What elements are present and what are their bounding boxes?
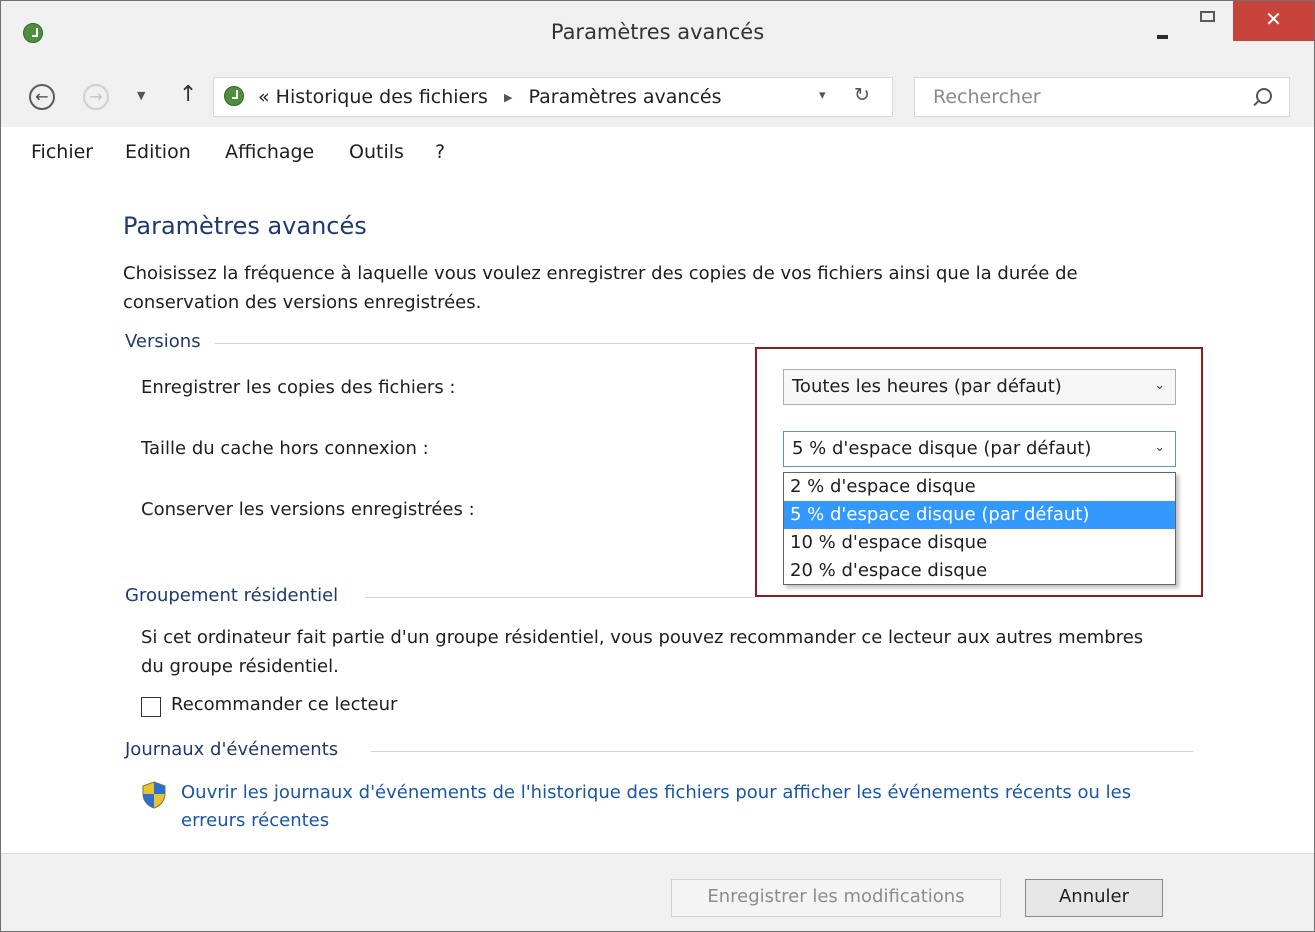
dropdown-option[interactable]: 10 % d'espace disque bbox=[784, 529, 1175, 557]
window: Paramètres avancés ✕ ← → ▼ ↑ « Historiqu… bbox=[0, 0, 1315, 932]
events-divider bbox=[371, 751, 1193, 752]
dropdown-option[interactable]: 2 % d'espace disque bbox=[784, 473, 1175, 501]
save-changes-button[interactable]: Enregistrer les modifications bbox=[671, 879, 1001, 917]
uac-shield-icon bbox=[142, 781, 166, 809]
recent-locations-button[interactable]: ▼ bbox=[137, 89, 145, 102]
close-button[interactable]: ✕ bbox=[1233, 1, 1314, 41]
menu-help[interactable]: ? bbox=[435, 141, 445, 163]
maximize-button[interactable] bbox=[1188, 1, 1230, 41]
address-history-button[interactable]: ▾ bbox=[819, 88, 826, 103]
breadcrumb-overflow[interactable]: « bbox=[258, 86, 270, 108]
open-event-logs-link[interactable]: Ouvrir les journaux d'événements de l'hi… bbox=[181, 779, 1191, 835]
maximize-icon bbox=[1200, 11, 1215, 22]
save-copies-value: Toutes les heures (par défaut) bbox=[792, 376, 1062, 397]
menu-bar: Fichier Edition Affichage Outils ? bbox=[1, 127, 1314, 177]
cache-size-value: 5 % d'espace disque (par défaut) bbox=[792, 438, 1092, 459]
cancel-button[interactable]: Annuler bbox=[1025, 879, 1163, 917]
menu-outils[interactable]: Outils bbox=[349, 141, 404, 163]
versions-group-title: Versions bbox=[125, 331, 201, 352]
chevron-down-icon: ⌄ bbox=[1154, 440, 1165, 455]
homegroup-group-title: Groupement résidentiel bbox=[125, 585, 339, 606]
homegroup-divider bbox=[365, 597, 755, 598]
recommend-drive-label[interactable]: Recommander ce lecteur bbox=[171, 694, 397, 715]
cache-size-select[interactable]: 5 % d'espace disque (par défaut) ⌄ bbox=[783, 431, 1176, 467]
window-title: Paramètres avancés bbox=[550, 20, 765, 44]
menu-edition[interactable]: Edition bbox=[125, 141, 191, 163]
versions-divider bbox=[215, 343, 755, 344]
breadcrumb: « Historique des fichiers ▶ Paramètres a… bbox=[258, 86, 722, 108]
chevron-down-icon: ⌄ bbox=[1154, 378, 1165, 393]
page-description: Choisissez la fréquence à laquelle vous … bbox=[123, 263, 1078, 313]
search-placeholder: Rechercher bbox=[933, 86, 1041, 108]
keep-versions-label: Conserver les versions enregistrées : bbox=[141, 499, 475, 520]
file-history-icon bbox=[224, 86, 244, 106]
back-button[interactable]: ← bbox=[29, 84, 55, 110]
menu-fichier[interactable]: Fichier bbox=[31, 141, 93, 163]
page-title: Paramètres avancés bbox=[123, 212, 367, 240]
refresh-button[interactable]: ↻ bbox=[854, 84, 870, 106]
search-input[interactable]: Rechercher bbox=[914, 77, 1290, 117]
breadcrumb-item-file-history[interactable]: Historique des fichiers bbox=[276, 86, 488, 108]
title-bar: Paramètres avancés ✕ bbox=[1, 1, 1314, 69]
up-button[interactable]: ↑ bbox=[179, 82, 197, 107]
navigation-bar: ← → ▼ ↑ « Historique des fichiers ▶ Para… bbox=[1, 69, 1314, 127]
dropdown-option-selected[interactable]: 5 % d'espace disque (par défaut) bbox=[784, 501, 1175, 529]
events-group-title: Journaux d'événements bbox=[125, 739, 339, 760]
recommend-drive-checkbox[interactable] bbox=[141, 697, 161, 717]
breadcrumb-separator-icon[interactable]: ▶ bbox=[504, 91, 512, 104]
cache-size-label: Taille du cache hors connexion : bbox=[141, 438, 429, 459]
cache-size-dropdown-list: 2 % d'espace disque 5 % d'espace disque … bbox=[783, 472, 1176, 585]
breadcrumb-item-advanced-settings[interactable]: Paramètres avancés bbox=[529, 86, 722, 108]
save-copies-label: Enregistrer les copies des fichiers : bbox=[141, 377, 456, 398]
address-bar[interactable]: « Historique des fichiers ▶ Paramètres a… bbox=[213, 77, 893, 117]
homegroup-description: Si cet ordinateur fait partie d'un group… bbox=[141, 627, 1144, 677]
search-icon[interactable] bbox=[1256, 88, 1272, 104]
footer-bar: Enregistrer les modifications Annuler bbox=[1, 853, 1314, 931]
save-copies-select[interactable]: Toutes les heures (par défaut) ⌄ bbox=[783, 369, 1176, 405]
dropdown-option[interactable]: 20 % d'espace disque bbox=[784, 557, 1175, 585]
minimize-icon bbox=[1157, 35, 1168, 39]
menu-affichage[interactable]: Affichage bbox=[225, 141, 314, 163]
minimize-button[interactable] bbox=[1146, 1, 1184, 41]
forward-button[interactable]: → bbox=[83, 84, 109, 110]
